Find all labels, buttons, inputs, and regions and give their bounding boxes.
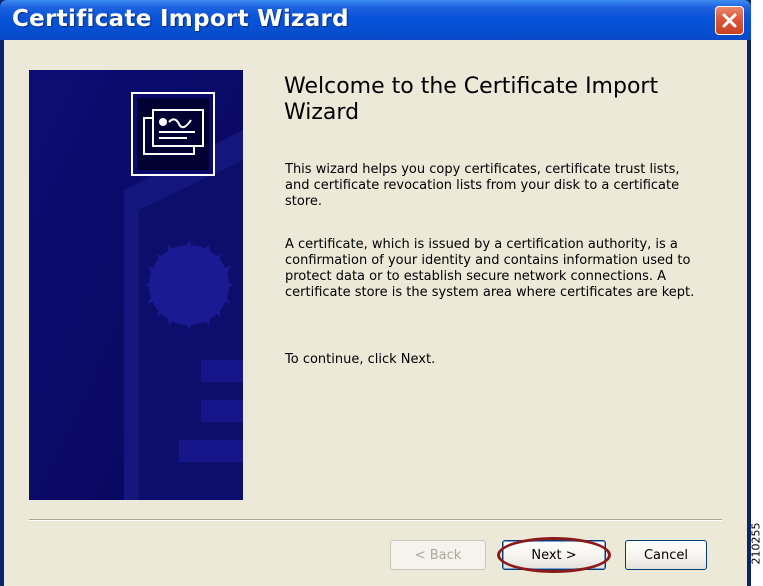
close-icon xyxy=(722,13,737,28)
figure-number: 210255 xyxy=(749,500,763,586)
button-divider xyxy=(29,519,722,521)
back-button[interactable]: < Back xyxy=(390,540,486,570)
continue-instruction: To continue, click Next. xyxy=(285,352,436,367)
wizard-heading: Welcome to the Certificate Import Wizard xyxy=(284,74,659,125)
next-button[interactable]: Next > xyxy=(502,540,606,570)
wizard-body: Welcome to the Certificate Import Wizard… xyxy=(4,40,747,586)
intro-paragraph: This wizard helps you copy certificates,… xyxy=(285,162,680,209)
title-bar[interactable]: Certificate Import Wizard xyxy=(0,0,751,40)
seal-graphic xyxy=(144,240,234,330)
cancel-button[interactable]: Cancel xyxy=(625,540,707,570)
certificate-description-paragraph: A certificate, which is issued by a cert… xyxy=(285,237,695,300)
window-title: Certificate Import Wizard xyxy=(12,6,349,32)
figure-number-text: 210255 xyxy=(749,522,763,564)
wizard-side-banner xyxy=(29,70,243,500)
wizard-window: Certificate Import Wizard Welcome to the… xyxy=(0,0,751,586)
certificate-icon xyxy=(131,92,215,176)
close-button[interactable] xyxy=(715,6,744,35)
